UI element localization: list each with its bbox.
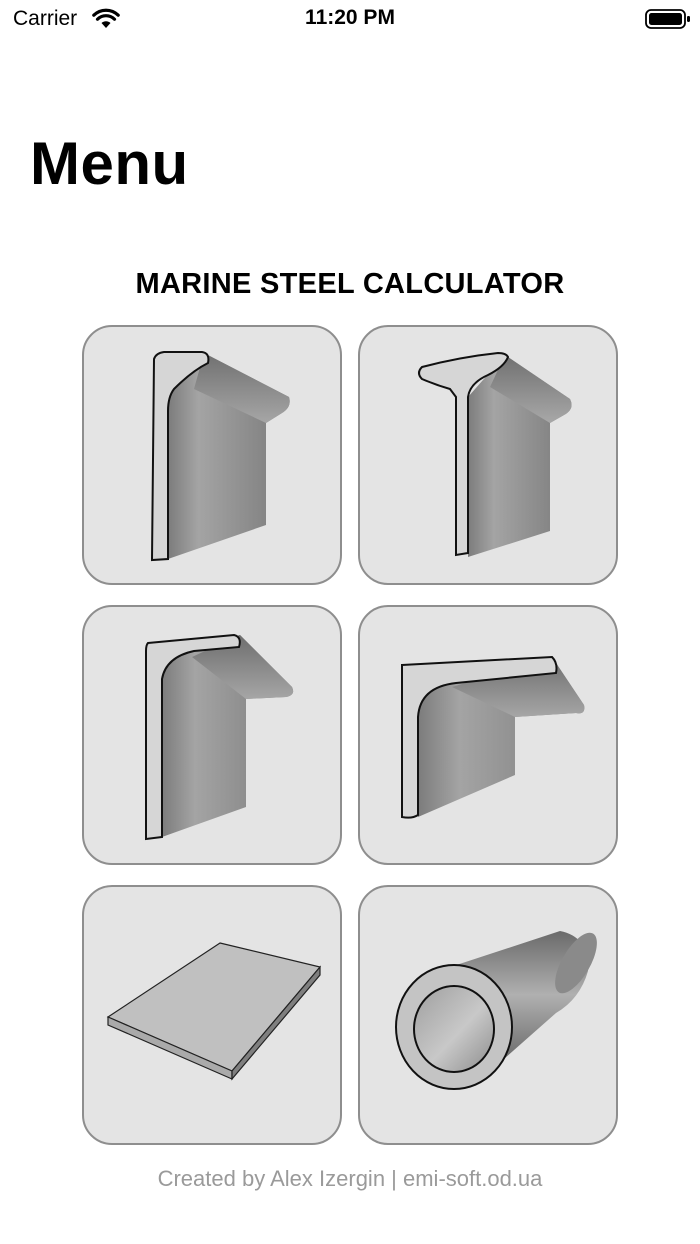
page-title: Menu — [30, 130, 189, 197]
tee-bulb-profile-icon — [418, 351, 572, 557]
battery-icon — [645, 9, 690, 29]
steel-plate-icon — [106, 942, 322, 1081]
equal-angle-button[interactable] — [358, 605, 618, 865]
unequal-angle-profile-icon — [145, 633, 294, 841]
tee-bulb-button[interactable] — [358, 325, 618, 585]
bulb-flat-button[interactable] — [82, 325, 342, 585]
plate-button[interactable] — [82, 885, 342, 1145]
pipe-button[interactable] — [358, 885, 618, 1145]
footer-credit: Created by Alex Izergin | emi-soft.od.ua — [157, 1166, 543, 1191]
status-time: 11:20 PM — [305, 6, 395, 29]
status-bar: Carrier 11:20 PM — [0, 0, 700, 40]
bulb-flat-profile-icon — [150, 351, 290, 562]
equal-angle-profile-icon — [401, 655, 585, 819]
app-heading: MARINE STEEL CALCULATOR — [135, 268, 565, 300]
unequal-angle-button[interactable] — [82, 605, 342, 865]
steel-pipe-icon — [395, 931, 597, 1090]
